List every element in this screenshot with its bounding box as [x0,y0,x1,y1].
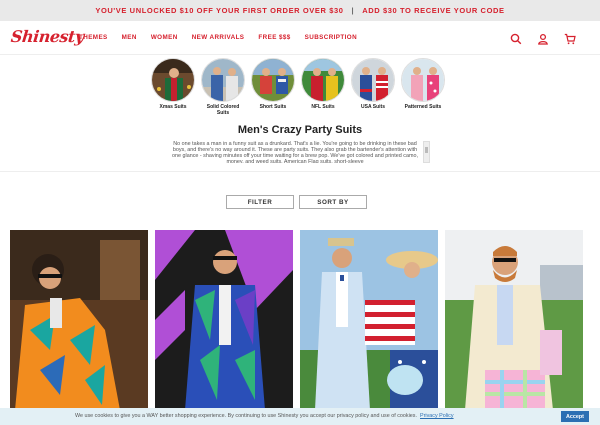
nfl-suits-image [301,58,345,102]
product-card[interactable] [300,230,438,410]
account-icon[interactable] [537,32,549,45]
short-suits-image [251,58,295,102]
nav-icons [510,32,576,45]
accept-cookies-button[interactable]: Accept [561,411,589,422]
category-carousel: Xmas Suits Solid Colored Suits Short Sui… [150,58,446,116]
category-usa-suits[interactable]: USA Suits [350,58,396,116]
description-scrollbar[interactable] [423,141,430,163]
pastel-plaid-suit-photo [445,230,583,410]
product-card[interactable] [155,230,293,410]
menu-item-themes[interactable]: THEMES [79,34,108,41]
xmas-suits-image [151,58,195,102]
tropical-suit-photo [10,230,148,410]
menu-item-new-arrivals[interactable]: NEW ARRIVALS [192,34,245,41]
menu-item-men[interactable]: MEN [122,34,137,41]
category-xmas-suits[interactable]: Xmas Suits [150,58,196,116]
menu-item-women[interactable]: WOMEN [151,34,178,41]
category-patterned-suits[interactable]: Patterned Suits [400,58,446,116]
collection-description: No one takes a man in a funny suit as a … [172,141,418,163]
menu-item-subscription[interactable]: SUBSCRIPTION [305,34,357,41]
brand-logo[interactable]: Shinesty [10,27,85,46]
category-label: Xmas Suits [159,104,187,110]
patterned-suits-image [401,58,445,102]
top-navigation: Shinesty THEMES MEN WOMEN NEW ARRIVALS F… [0,21,600,55]
search-icon[interactable] [510,32,522,45]
cart-icon[interactable] [564,32,576,45]
filter-button[interactable]: FILTER [226,195,294,209]
category-short-suits[interactable]: Short Suits [250,58,296,116]
category-label: Solid Colored Suits [206,104,240,116]
category-label: NFL Suits [311,104,335,110]
category-nfl-suits[interactable]: NFL Suits [300,58,346,116]
cookie-text: We use cookies to give you a WAY better … [75,413,454,419]
category-label: Patterned Suits [404,104,442,110]
category-label: USA Suits [361,104,385,110]
privacy-policy-link[interactable]: Privacy Policy [420,413,454,419]
product-grid [10,230,583,410]
menu-item-free-money[interactable]: FREE $$$ [258,34,290,41]
product-card[interactable] [10,230,148,410]
solid-colored-suits-image [201,58,245,102]
main-menu: THEMES MEN WOMEN NEW ARRIVALS FREE $$$ S… [79,34,371,41]
sort-by-button[interactable]: SORT BY [299,195,367,209]
geometric-suit-photo [155,230,293,410]
promo-text-right: ADD $30 TO RECEIVE YOUR CODE [362,6,505,15]
usa-suits-image [351,58,395,102]
promo-separator: | [351,6,355,15]
cookie-banner: We use cookies to give you a WAY better … [0,408,600,425]
category-solid-colored-suits[interactable]: Solid Colored Suits [200,58,246,116]
page-title: Men's Crazy Party Suits [237,124,363,136]
product-card[interactable] [445,230,583,410]
promo-banner: YOU'VE UNLOCKED $10 OFF YOUR FIRST ORDER… [0,0,600,21]
category-label: Short Suits [259,104,287,110]
usa-flag-suit-photo [300,230,438,410]
cookie-message: We use cookies to give you a WAY better … [75,413,417,419]
promo-text-left: YOU'VE UNLOCKED $10 OFF YOUR FIRST ORDER… [95,6,344,15]
scrollbar-thumb[interactable] [425,147,428,153]
divider [0,171,600,172]
